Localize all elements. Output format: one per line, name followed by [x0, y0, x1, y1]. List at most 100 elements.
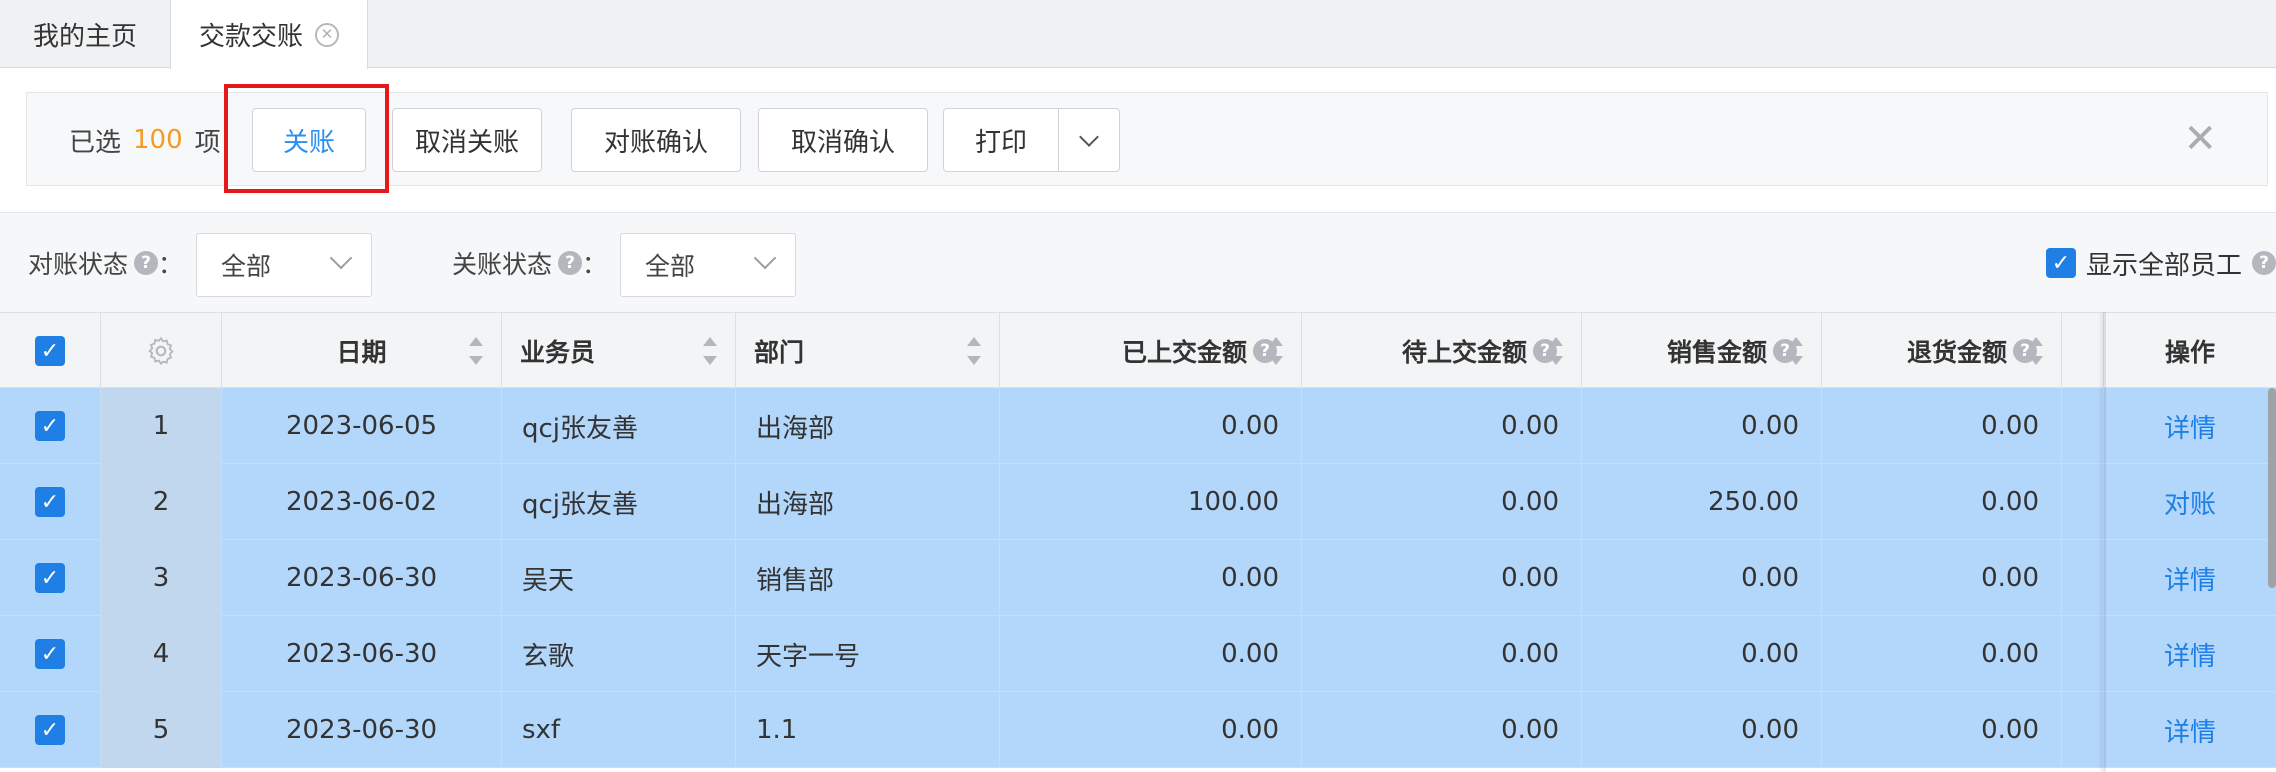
row-return-amount: 0.00: [1822, 464, 2062, 540]
column-header-date[interactable]: 日期: [222, 313, 502, 389]
print-button[interactable]: 打印: [943, 108, 1059, 172]
label-colon: ：: [158, 250, 184, 279]
row-submitted-amount: 0.00: [1000, 540, 1302, 616]
close-status-value: 全部: [645, 252, 696, 281]
column-header-date-label: 日期: [336, 338, 387, 367]
column-header-return-amount-label: 退货金额: [1906, 338, 2007, 367]
column-header-sales-amount-label: 销售金额: [1666, 338, 1767, 367]
row-department: 天字一号: [736, 616, 1000, 692]
row-select-cell: ✓: [0, 616, 101, 692]
row-pending-amount: 0.00: [1302, 540, 1582, 616]
column-header-actions-label: 操作: [2164, 338, 2215, 367]
row-select-cell: ✓: [0, 388, 101, 464]
table-row[interactable]: ✓ 2 2023-06-02 qcj张友善 出海部 100.00 0.00 250.00 0.0…: [0, 464, 2276, 540]
row-pending-amount: 0.00: [1302, 692, 1582, 768]
help-icon[interactable]: ?: [558, 251, 583, 275]
column-header-pending-amount[interactable]: 待上交金额 ?: [1302, 313, 1582, 389]
row-salesperson: sxf: [502, 692, 736, 768]
cancel-confirm-label: 取消确认: [790, 127, 895, 158]
row-checkbox[interactable]: ✓: [35, 639, 65, 669]
column-header-department[interactable]: 部门: [736, 313, 1000, 389]
reconcile-status-filter-label: 对账状态 ? ：: [28, 213, 183, 313]
sort-icon[interactable]: [1789, 337, 1803, 365]
row-date: 2023-06-05: [222, 388, 502, 464]
row-department: 销售部: [736, 540, 1000, 616]
row-action-link[interactable]: 详情: [2104, 616, 2276, 692]
label-colon: ：: [582, 250, 608, 279]
sort-icon[interactable]: [967, 337, 981, 365]
row-index: 5: [101, 692, 222, 768]
cancel-close-account-label: 取消关账: [414, 127, 519, 158]
cancel-confirm-button[interactable]: 取消确认: [758, 108, 928, 172]
table-row[interactable]: ✓ 4 2023-06-30 玄歌 天字一号 0.00 0.00 0.00 0.00 详情: [0, 616, 2276, 692]
vertical-scrollbar[interactable]: [2268, 388, 2276, 588]
tab-home[interactable]: 我的主页: [0, 0, 170, 68]
row-checkbox[interactable]: ✓: [35, 411, 65, 441]
row-pending-amount: 0.00: [1302, 616, 1582, 692]
tab-close-icon[interactable]: ✕: [315, 22, 339, 47]
help-icon[interactable]: ?: [2252, 251, 2276, 275]
row-checkbox[interactable]: ✓: [35, 563, 65, 593]
row-select-cell: ✓: [0, 540, 101, 616]
selection-prefix: 已选: [69, 127, 122, 158]
row-sales-amount: 250.00: [1582, 464, 1822, 540]
column-header-actions: 操作: [2104, 313, 2276, 389]
reconcile-status-select[interactable]: 全部: [196, 233, 372, 297]
row-department: 1.1: [736, 692, 1000, 768]
select-all-cell: ✓: [0, 313, 101, 389]
table-row[interactable]: ✓ 3 2023-06-30 吴天 销售部 0.00 0.00 0.00 0.00 详情: [0, 540, 2276, 616]
column-settings-cell: [101, 313, 222, 389]
row-sales-amount: 0.00: [1582, 388, 1822, 464]
sort-icon[interactable]: [469, 337, 483, 365]
chevron-down-icon: [329, 246, 353, 270]
column-header-pending-amount-label: 待上交金额: [1401, 338, 1527, 367]
cancel-close-account-button[interactable]: 取消关账: [392, 108, 542, 172]
sort-icon[interactable]: [703, 337, 717, 365]
row-submitted-amount: 0.00: [1000, 388, 1302, 464]
row-pending-amount: 0.00: [1302, 388, 1582, 464]
row-checkbox[interactable]: ✓: [35, 487, 65, 517]
row-action-link[interactable]: 详情: [2104, 540, 2276, 616]
row-sales-amount: 0.00: [1582, 540, 1822, 616]
row-return-amount: 0.00: [1822, 388, 2062, 464]
selection-count: 100: [133, 125, 183, 155]
column-header-sales-amount[interactable]: 销售金额 ?: [1582, 313, 1822, 389]
show-all-employees-toggle[interactable]: ✓ 显示全部员工 ?: [2045, 213, 2276, 313]
row-action-link[interactable]: 详情: [2104, 692, 2276, 768]
tab-payment-settlement-label: 交款交账: [198, 22, 303, 52]
annotation-highlight-box: [224, 84, 389, 193]
show-all-employees-checkbox[interactable]: ✓: [2045, 248, 2076, 278]
sort-icon[interactable]: [1269, 337, 1283, 365]
row-index: 1: [101, 388, 222, 464]
row-action-link[interactable]: 对账: [2104, 464, 2276, 540]
row-return-amount: 0.00: [1822, 692, 2062, 768]
row-salesperson: qcj张友善: [502, 464, 736, 540]
gear-icon[interactable]: [145, 335, 177, 367]
sort-icon[interactable]: [2029, 337, 2043, 365]
row-submitted-amount: 0.00: [1000, 616, 1302, 692]
row-sales-amount: 0.00: [1582, 616, 1822, 692]
print-dropdown-button[interactable]: [1058, 108, 1120, 172]
table-row[interactable]: ✓ 5 2023-06-30 sxf 1.1 0.00 0.00 0.00 0.00 详情: [0, 692, 2276, 768]
help-icon[interactable]: ?: [134, 251, 159, 275]
sort-icon[interactable]: [1549, 337, 1563, 365]
select-all-checkbox[interactable]: ✓: [35, 336, 65, 366]
fixed-column-shadow: [2098, 312, 2106, 772]
confirm-reconcile-button[interactable]: 对账确认: [571, 108, 741, 172]
close-batch-bar-icon[interactable]: ✕: [2183, 119, 2217, 159]
reconcile-status-value: 全部: [221, 252, 272, 281]
close-status-select[interactable]: 全部: [620, 233, 796, 297]
column-header-submitted-amount[interactable]: 已上交金额 ?: [1000, 313, 1302, 389]
table-row[interactable]: ✓ 1 2023-06-05 qcj张友善 出海部 0.00 0.00 0.00 0.00 详情: [0, 388, 2276, 464]
print-label: 打印: [974, 127, 1027, 158]
row-action-link[interactable]: 详情: [2104, 388, 2276, 464]
row-date: 2023-06-02: [222, 464, 502, 540]
column-header-salesperson[interactable]: 业务员: [502, 313, 736, 389]
row-date: 2023-06-30: [222, 616, 502, 692]
tab-payment-settlement[interactable]: 交款交账 ✕: [170, 0, 368, 69]
row-return-amount: 0.00: [1822, 540, 2062, 616]
column-header-return-amount[interactable]: 退货金额 ?: [1822, 313, 2062, 389]
row-checkbox[interactable]: ✓: [35, 715, 65, 745]
chevron-down-icon: [1079, 127, 1099, 147]
row-sales-amount: 0.00: [1582, 692, 1822, 768]
